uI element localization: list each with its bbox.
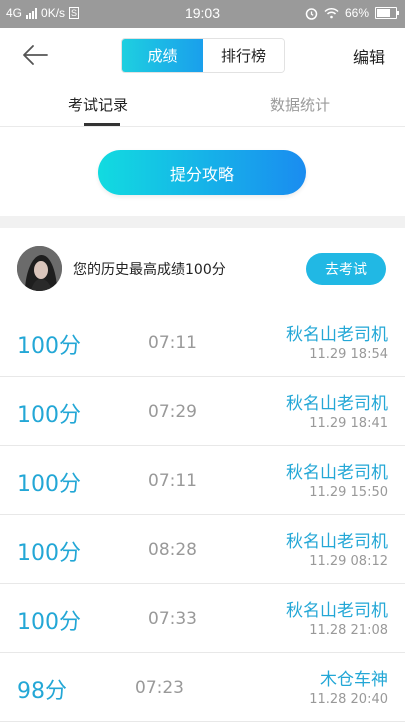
record-score: 98分 bbox=[17, 679, 67, 704]
record-list: 100分 07:11 秋名山老司机 11.29 18:54 100分 07:29… bbox=[0, 308, 405, 722]
record-date: 11.29 08:12 bbox=[309, 554, 388, 569]
record-score: 100分 bbox=[17, 610, 81, 635]
record-name: 秋名山老司机 bbox=[286, 463, 388, 483]
record-row[interactable]: 100分 07:29 秋名山老司机 11.29 18:41 bbox=[0, 377, 405, 446]
record-score: 100分 bbox=[17, 403, 81, 428]
segment-control: 成绩 排行榜 bbox=[121, 38, 285, 73]
tab-indicator bbox=[84, 123, 120, 126]
record-score: 100分 bbox=[17, 334, 81, 359]
tab-bar: 考试记录 数据统计 bbox=[0, 82, 405, 127]
record-date: 11.29 18:41 bbox=[309, 416, 388, 431]
avatar bbox=[17, 246, 62, 291]
record-row[interactable]: 100分 07:11 秋名山老司机 11.29 18:54 bbox=[0, 308, 405, 377]
alarm-icon bbox=[305, 7, 318, 20]
back-arrow-icon bbox=[23, 45, 48, 65]
section-divider bbox=[0, 216, 405, 228]
record-name: 秋名山老司机 bbox=[286, 601, 388, 621]
record-row[interactable]: 100分 07:11 秋名山老司机 11.29 15:50 bbox=[0, 446, 405, 515]
battery-percent: 66% bbox=[344, 6, 369, 20]
record-row[interactable]: 100分 08:28 秋名山老司机 11.29 08:12 bbox=[0, 515, 405, 584]
record-date: 11.29 18:54 bbox=[309, 347, 388, 362]
record-duration: 08:28 bbox=[148, 540, 197, 560]
record-name: 秋名山老司机 bbox=[286, 325, 388, 345]
record-score: 100分 bbox=[17, 541, 81, 566]
record-name: 木仓车神 bbox=[320, 670, 388, 690]
status-bar: 4G 0K/s S 19:03 66% bbox=[0, 0, 405, 28]
take-exam-button[interactable]: 去考试 bbox=[306, 253, 386, 285]
status-right: 66% bbox=[305, 6, 399, 20]
record-duration: 07:11 bbox=[148, 471, 197, 491]
record-date: 11.29 15:50 bbox=[309, 485, 388, 500]
record-name: 秋名山老司机 bbox=[286, 394, 388, 414]
record-score: 100分 bbox=[17, 472, 81, 497]
record-date: 11.28 21:08 bbox=[309, 623, 388, 638]
back-button[interactable] bbox=[20, 40, 50, 70]
nav-bar: 成绩 排行榜 编辑 bbox=[0, 28, 405, 82]
tab-statistics[interactable]: 数据统计 bbox=[270, 94, 330, 115]
record-row[interactable]: 100分 07:33 秋名山老司机 11.28 21:08 bbox=[0, 584, 405, 653]
best-score-text: 您的历史最高成绩100分 bbox=[73, 262, 226, 278]
segment-ranking[interactable]: 排行榜 bbox=[203, 39, 284, 72]
edit-button[interactable]: 编辑 bbox=[353, 44, 385, 68]
tab-exam-records[interactable]: 考试记录 bbox=[68, 94, 128, 115]
record-duration: 07:29 bbox=[148, 402, 197, 422]
record-duration: 07:33 bbox=[148, 609, 197, 629]
best-score-card: 您的历史最高成绩100分 去考试 bbox=[0, 228, 405, 309]
battery-icon bbox=[375, 7, 399, 19]
record-row[interactable]: 98分 07:23 木仓车神 11.28 20:40 bbox=[0, 653, 405, 722]
record-duration: 07:11 bbox=[148, 333, 197, 353]
tips-button[interactable]: 提分攻略 bbox=[98, 150, 306, 195]
segment-score[interactable]: 成绩 bbox=[122, 39, 203, 72]
record-duration: 07:23 bbox=[135, 678, 184, 698]
record-name: 秋名山老司机 bbox=[286, 532, 388, 552]
record-date: 11.28 20:40 bbox=[309, 692, 388, 707]
wifi-icon bbox=[324, 7, 339, 19]
